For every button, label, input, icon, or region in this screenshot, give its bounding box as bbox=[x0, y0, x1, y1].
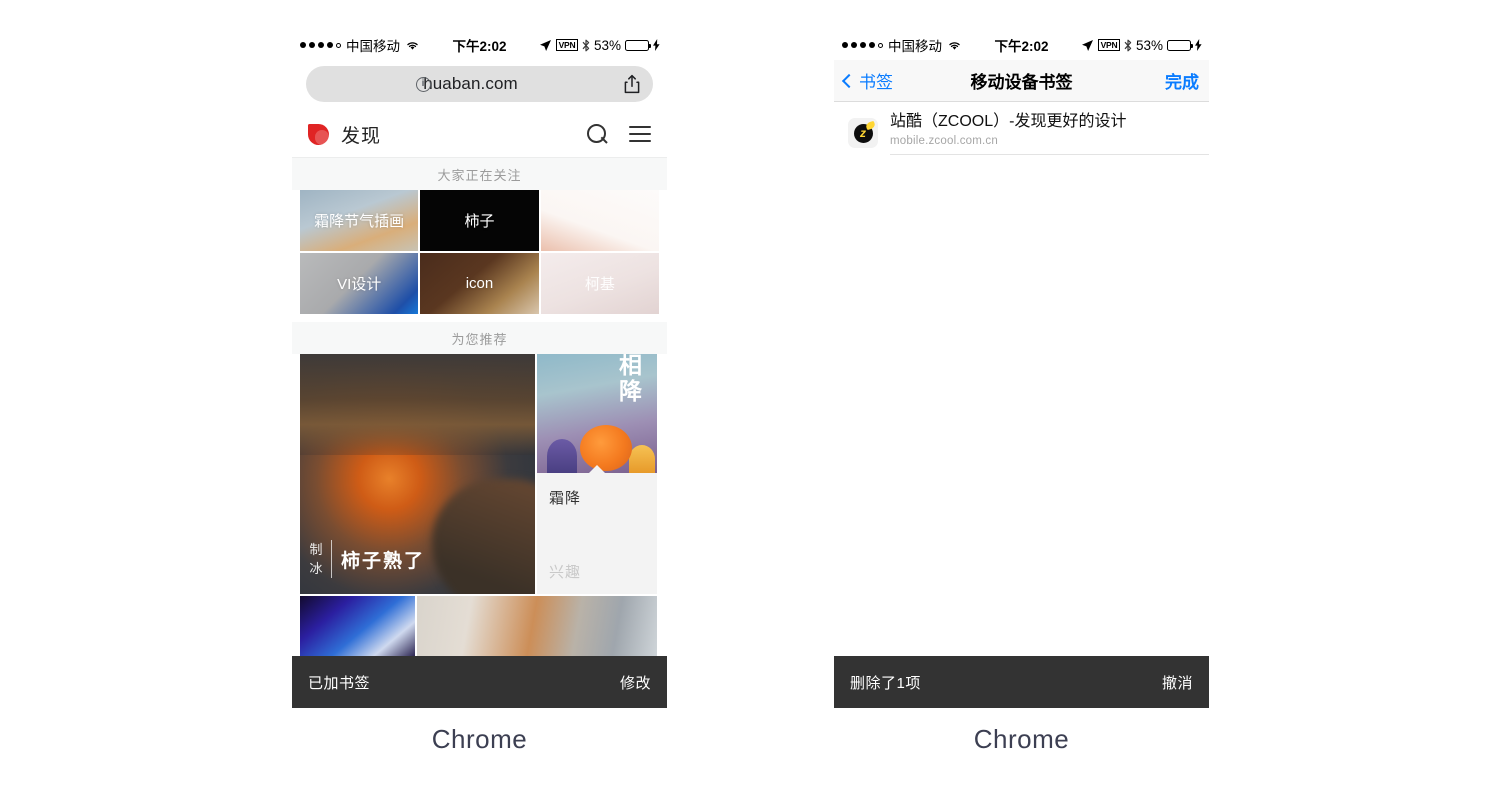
chevron-left-icon bbox=[841, 73, 857, 88]
bluetooth-icon bbox=[582, 39, 590, 51]
lightning-bolt-icon bbox=[1195, 39, 1202, 51]
share-icon[interactable] bbox=[623, 74, 641, 94]
hamburger-menu-icon[interactable] bbox=[629, 126, 651, 142]
wifi-icon bbox=[949, 42, 960, 50]
status-bar: 中国移动 下午2:02 VPN 53% bbox=[834, 30, 1209, 60]
phone-mockup-left: 中国移动 下午2:02 VPN 53% i huaban.com 发现 大家正在… bbox=[292, 30, 667, 708]
tag-label: icon bbox=[465, 275, 494, 292]
section-header-recommend: 为您推荐 bbox=[292, 322, 667, 354]
card-tag-label: 兴趣 bbox=[549, 564, 582, 581]
tag-tile[interactable]: VI设计 bbox=[300, 253, 419, 314]
watermark-seal-icon: 制冰 bbox=[310, 540, 332, 578]
tag-label: 霜降节气插画 bbox=[314, 213, 405, 230]
vpn-badge: VPN bbox=[1098, 39, 1120, 51]
huaban-petal-logo bbox=[308, 123, 329, 145]
bookmark-toast-bar: 已加书签 修改 bbox=[292, 656, 667, 708]
info-circle-icon[interactable]: i bbox=[415, 76, 431, 92]
signal-dots-icon bbox=[842, 42, 883, 48]
tag-tile[interactable]: 柯基 bbox=[540, 253, 659, 314]
caption-left: Chrome bbox=[431, 724, 528, 754]
feed-row bbox=[300, 596, 659, 660]
feed-side-column: 相降 霜降 兴趣 bbox=[537, 354, 657, 594]
status-bar-right: VPN 53% bbox=[1081, 38, 1202, 53]
tag-grid: 霜降节气插画 柿子 VI设计 icon 柯基 bbox=[292, 190, 667, 314]
url-text: huaban.com bbox=[423, 74, 518, 93]
vpn-badge: VPN bbox=[556, 39, 578, 51]
feed-row: 制冰 柿子熟了 相降 霜降 兴趣 bbox=[300, 354, 659, 594]
feed-thumbnail[interactable] bbox=[300, 596, 415, 660]
status-bar-right: VPN 53% bbox=[539, 38, 660, 53]
status-bar-left: 中国移动 bbox=[842, 35, 962, 55]
recommend-feed: 制冰 柿子熟了 相降 霜降 兴趣 bbox=[292, 354, 667, 660]
screenshot-stage: 中国移动 下午2:02 VPN 53% i huaban.com 发现 大家正在… bbox=[0, 0, 1500, 800]
delete-toast-bar: 删除了1项 撤消 bbox=[834, 656, 1209, 708]
zcool-favicon: z bbox=[848, 118, 878, 148]
back-button[interactable]: 书签 bbox=[841, 68, 893, 93]
status-bar: 中国移动 下午2:02 VPN 53% bbox=[292, 30, 667, 60]
done-button[interactable]: 完成 bbox=[1165, 68, 1199, 93]
toast-message: 删除了1项 bbox=[850, 674, 921, 692]
header-icons bbox=[587, 124, 651, 144]
url-bar[interactable]: i huaban.com bbox=[306, 66, 653, 102]
tag-tile[interactable]: 霜降节气插画 bbox=[300, 190, 419, 251]
tag-label: 柯基 bbox=[584, 276, 615, 293]
battery-percent-label: 53% bbox=[1135, 37, 1163, 53]
bluetooth-icon bbox=[1124, 39, 1132, 51]
carrier-label: 中国移动 bbox=[888, 39, 942, 54]
bookmark-row[interactable]: z 站酷（ZCOOL）-发现更好的设计 mobile.zcool.com.cn bbox=[834, 102, 1209, 164]
browser-toolbar: i huaban.com bbox=[292, 60, 667, 111]
tag-tile[interactable] bbox=[540, 190, 659, 251]
signal-dots-icon bbox=[300, 42, 341, 48]
caption-right: Chrome bbox=[973, 724, 1070, 754]
wifi-icon bbox=[407, 42, 418, 50]
bookmarks-list: z 站酷（ZCOOL）-发现更好的设计 mobile.zcool.com.cn bbox=[834, 102, 1209, 164]
toast-message: 已加书签 bbox=[308, 674, 371, 692]
phone-mockup-right: 中国移动 下午2:02 VPN 53% 书签 移动设备书签 完成 z 站酷（ZC… bbox=[834, 30, 1209, 708]
feed-illustration-card[interactable]: 相降 bbox=[537, 354, 657, 473]
section-header-following: 大家正在关注 bbox=[292, 158, 667, 190]
feed-info-card[interactable]: 霜降 兴趣 bbox=[537, 465, 657, 594]
tag-label: 柿子 bbox=[464, 213, 495, 230]
site-title: 发现 bbox=[341, 125, 382, 147]
bookmark-title: 站酷（ZCOOL）-发现更好的设计 bbox=[890, 113, 1127, 130]
bookmarks-body: z 站酷（ZCOOL）-发现更好的设计 mobile.zcool.com.cn bbox=[834, 102, 1209, 708]
toast-action-undo[interactable]: 撤消 bbox=[1162, 672, 1193, 693]
back-button-label: 书签 bbox=[859, 73, 893, 92]
location-arrow-icon bbox=[540, 39, 552, 51]
illustration-text: 相降 bbox=[619, 354, 643, 404]
location-arrow-icon bbox=[1082, 39, 1094, 51]
battery-icon bbox=[1167, 39, 1193, 51]
bookmark-url: mobile.zcool.com.cn bbox=[890, 135, 998, 147]
card-title: 霜降 bbox=[549, 490, 582, 507]
battery-percent-label: 53% bbox=[593, 37, 621, 53]
toast-action-edit[interactable]: 修改 bbox=[620, 672, 651, 693]
tag-tile[interactable]: icon bbox=[420, 253, 539, 314]
tag-tile[interactable]: 柿子 bbox=[420, 190, 539, 251]
photo-overlay: 制冰 柿子熟了 bbox=[310, 540, 425, 578]
bookmarks-navbar: 书签 移动设备书签 完成 bbox=[834, 60, 1209, 102]
search-icon[interactable] bbox=[587, 124, 607, 144]
battery-icon bbox=[625, 39, 651, 51]
bookmark-text: 站酷（ZCOOL）-发现更好的设计 mobile.zcool.com.cn bbox=[890, 111, 1209, 155]
tag-label: VI设计 bbox=[337, 276, 382, 293]
carrier-label: 中国移动 bbox=[346, 39, 400, 54]
feed-thumbnail[interactable] bbox=[417, 596, 657, 660]
photo-title: 柿子熟了 bbox=[341, 550, 426, 572]
lightning-bolt-icon bbox=[653, 39, 660, 51]
site-header: 发现 bbox=[292, 111, 667, 158]
status-bar-left: 中国移动 bbox=[300, 35, 420, 55]
feed-photo-card[interactable]: 制冰 柿子熟了 bbox=[300, 354, 535, 594]
